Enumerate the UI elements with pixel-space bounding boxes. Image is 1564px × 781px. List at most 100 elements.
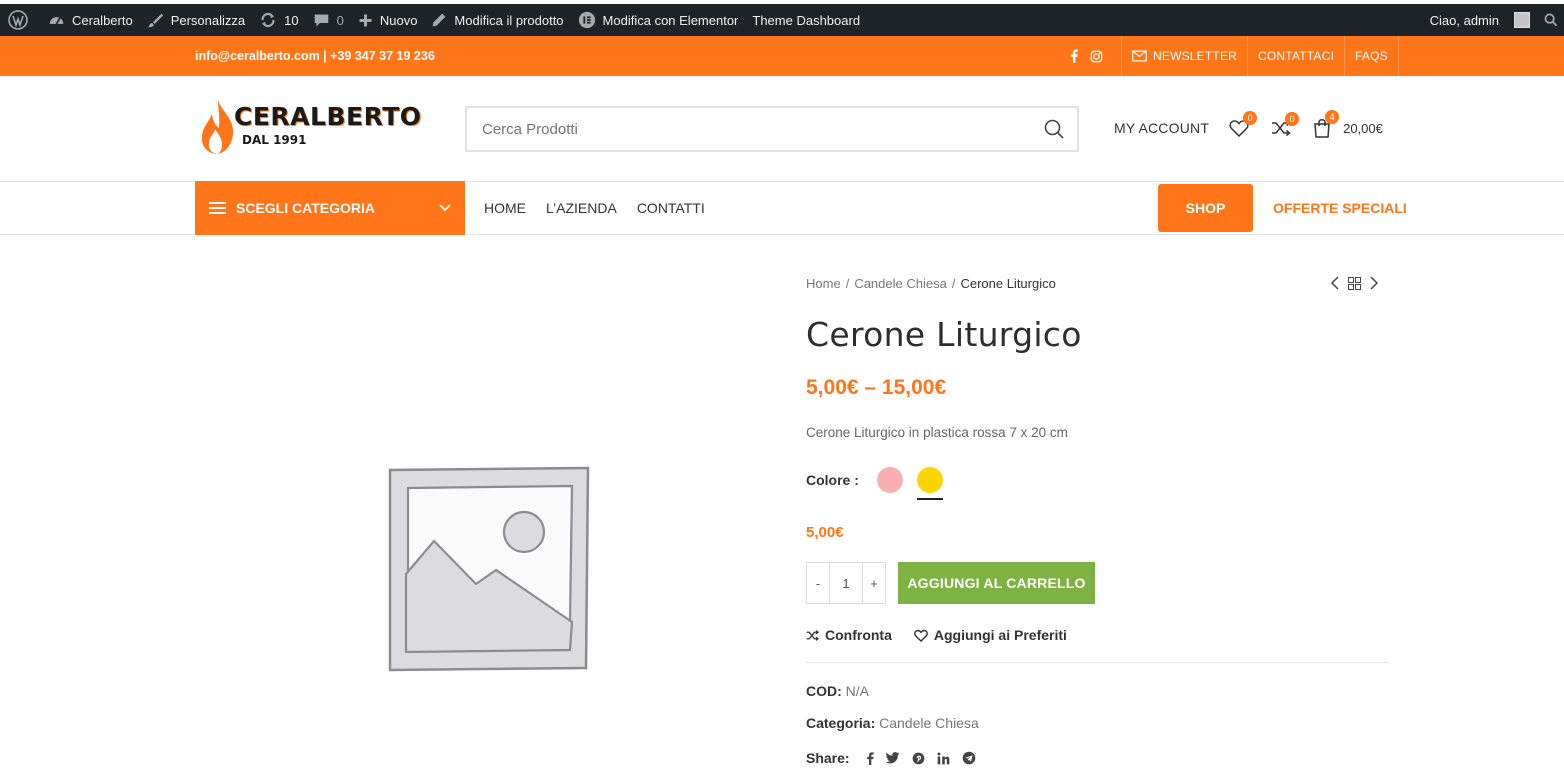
updates-menu[interactable]: 10 [252,4,305,36]
cart-button[interactable]: 4 [1313,110,1340,138]
breadcrumb-separator: / [845,276,850,291]
next-product-icon[interactable] [1369,276,1379,290]
color-selector: Colore : [806,467,957,500]
theme-dashboard-menu[interactable]: Theme Dashboard [745,4,867,36]
breadcrumb: Home / Candele Chiesa / Cerone Liturgico [806,276,1056,291]
updates-count: 10 [284,12,299,28]
wishlist-button[interactable]: 0 [1229,111,1258,137]
comments-menu[interactable]: 0 [306,4,351,36]
product-price-range: 5,00€ – 15,00€ [806,376,947,399]
category-dropdown-label: SCEGLI CATEGORIA [236,200,375,216]
newsletter-link[interactable]: NEWSLETTER [1121,36,1247,76]
compare-button[interactable]: 0 [1271,112,1300,136]
facebook-icon[interactable] [1068,49,1080,63]
quantity-stepper: - 1 + [806,562,886,604]
menu-item-azienda[interactable]: L’AZIENDA [546,200,617,216]
product-title: Cerone Liturgico [806,315,1082,354]
admin-search-button[interactable] [1537,4,1564,36]
previous-product-icon[interactable] [1330,276,1340,290]
product-image-placeholder[interactable] [386,466,592,672]
top-links: NEWSLETTER CONTATTACI FAQS [1121,36,1399,76]
share-links: Share: [806,750,976,766]
product-sku: COD: N/A [806,683,869,699]
compare-action-label: Confronta [825,627,892,643]
product-actions: Confronta Aggiungi ai Preferiti [806,627,1067,643]
menu-item-contatti[interactable]: CONTATTI [637,200,705,216]
customize-menu[interactable]: Personalizza [140,4,252,36]
share-twitter-button[interactable] [885,752,900,764]
logo-since: DAL 1991 [242,133,307,147]
elementor-icon [578,11,595,29]
share-linkedin-button[interactable] [937,752,950,765]
site-header: CERALBERTO DAL 1991 MY ACCOUNT 0 0 4 20,… [0,76,1564,182]
paintbrush-icon [147,13,163,27]
category-dropdown-button[interactable]: SCEGLI CATEGORIA [195,181,465,235]
share-telegram-button[interactable] [962,751,976,765]
flame-logo-icon [201,100,234,154]
wp-logo-menu[interactable] [0,4,35,36]
shop-button[interactable]: SHOP [1158,184,1253,232]
product-short-description: Cerone Liturgico in plastica rossa 7 x 2… [806,425,1068,440]
dashboard-gauge-icon [49,16,64,24]
breadcrumb-home[interactable]: Home [806,276,841,291]
wp-admin-bar: Ceralberto Personalizza 10 0 Nuovo Modif… [0,4,1564,36]
site-logo[interactable]: CERALBERTO DAL 1991 [200,98,440,158]
customize-label: Personalizza [170,12,246,28]
quantity-minus-button[interactable]: - [806,562,830,604]
compare-count-badge: 0 [1285,112,1300,126]
edit-product-menu[interactable]: Modifica il prodotto [424,4,570,36]
theme-dashboard-label: Theme Dashboard [752,12,861,28]
search-icon [1044,119,1064,139]
faqs-link[interactable]: FAQS [1344,36,1399,76]
contattaci-link[interactable]: CONTATTACI [1247,36,1344,76]
main-navigation-bar: SCEGLI CATEGORIA HOME L’AZIENDA CONTATTI… [0,181,1564,235]
sku-label: COD: [806,683,842,699]
color-label: Colore : [806,472,859,488]
cart-count-badge: 4 [1325,110,1340,124]
hamburger-menu-icon [209,202,226,214]
share-facebook-button[interactable] [866,751,874,765]
category-link[interactable]: Candele Chiesa [879,715,979,731]
grid-back-to-shop-icon[interactable] [1348,276,1361,290]
add-to-wishlist-action[interactable]: Aggiungi ai Preferiti [914,627,1067,643]
top-info-bar: info@ceralberto.com | +39 347 37 19 236 … [0,36,1564,76]
color-swatch-pink[interactable] [876,467,903,493]
breadcrumb-separator: / [951,276,956,291]
add-to-cart-button[interactable]: AGGIUNGI AL CARRELLO [898,562,1095,604]
contact-info: info@ceralberto.com | +39 347 37 19 236 [195,49,435,63]
share-pinterest-button[interactable] [912,752,925,765]
social-links [1068,36,1115,76]
quantity-input[interactable]: 1 [830,562,862,604]
color-swatch-yellow[interactable] [916,467,943,500]
cart-total[interactable]: 20,00€ [1343,121,1383,136]
breadcrumb-category[interactable]: Candele Chiesa [854,276,947,291]
wordpress-icon [8,10,28,30]
search-input[interactable] [467,108,1031,150]
my-account-link[interactable]: MY ACCOUNT [1114,120,1209,136]
sku-value: N/A [845,683,870,699]
category-label: Categoria: [806,715,876,731]
search-submit-button[interactable] [1031,119,1077,139]
new-content-menu[interactable]: Nuovo [351,4,425,36]
product-search [465,106,1079,152]
special-offers-link[interactable]: OFFERTE SPECIALI [1273,181,1407,235]
plus-icon [359,14,372,26]
linkedin-icon [937,752,949,764]
menu-item-home[interactable]: HOME [484,200,526,216]
breadcrumb-current: Cerone Liturgico [960,276,1056,291]
my-account-menu[interactable]: Ciao, admin [1423,4,1537,36]
shuffle-compare-icon [806,629,819,641]
quantity-plus-button[interactable]: + [862,562,886,604]
instagram-icon[interactable] [1090,50,1103,63]
product-navigation [1330,276,1379,290]
contattaci-label: CONTATTACI [1258,49,1335,63]
pinterest-icon [912,752,924,764]
logo-name: CERALBERTO [234,102,422,131]
site-name-menu[interactable]: Ceralberto [41,4,140,36]
telegram-icon [962,751,975,765]
compare-action[interactable]: Confronta [806,627,892,643]
edit-elementor-menu[interactable]: Modifica con Elementor [571,4,746,36]
greeting-label: Ciao, admin [1429,12,1499,28]
main-menu: HOME L’AZIENDA CONTATTI [484,181,705,235]
heart-icon [914,629,928,642]
